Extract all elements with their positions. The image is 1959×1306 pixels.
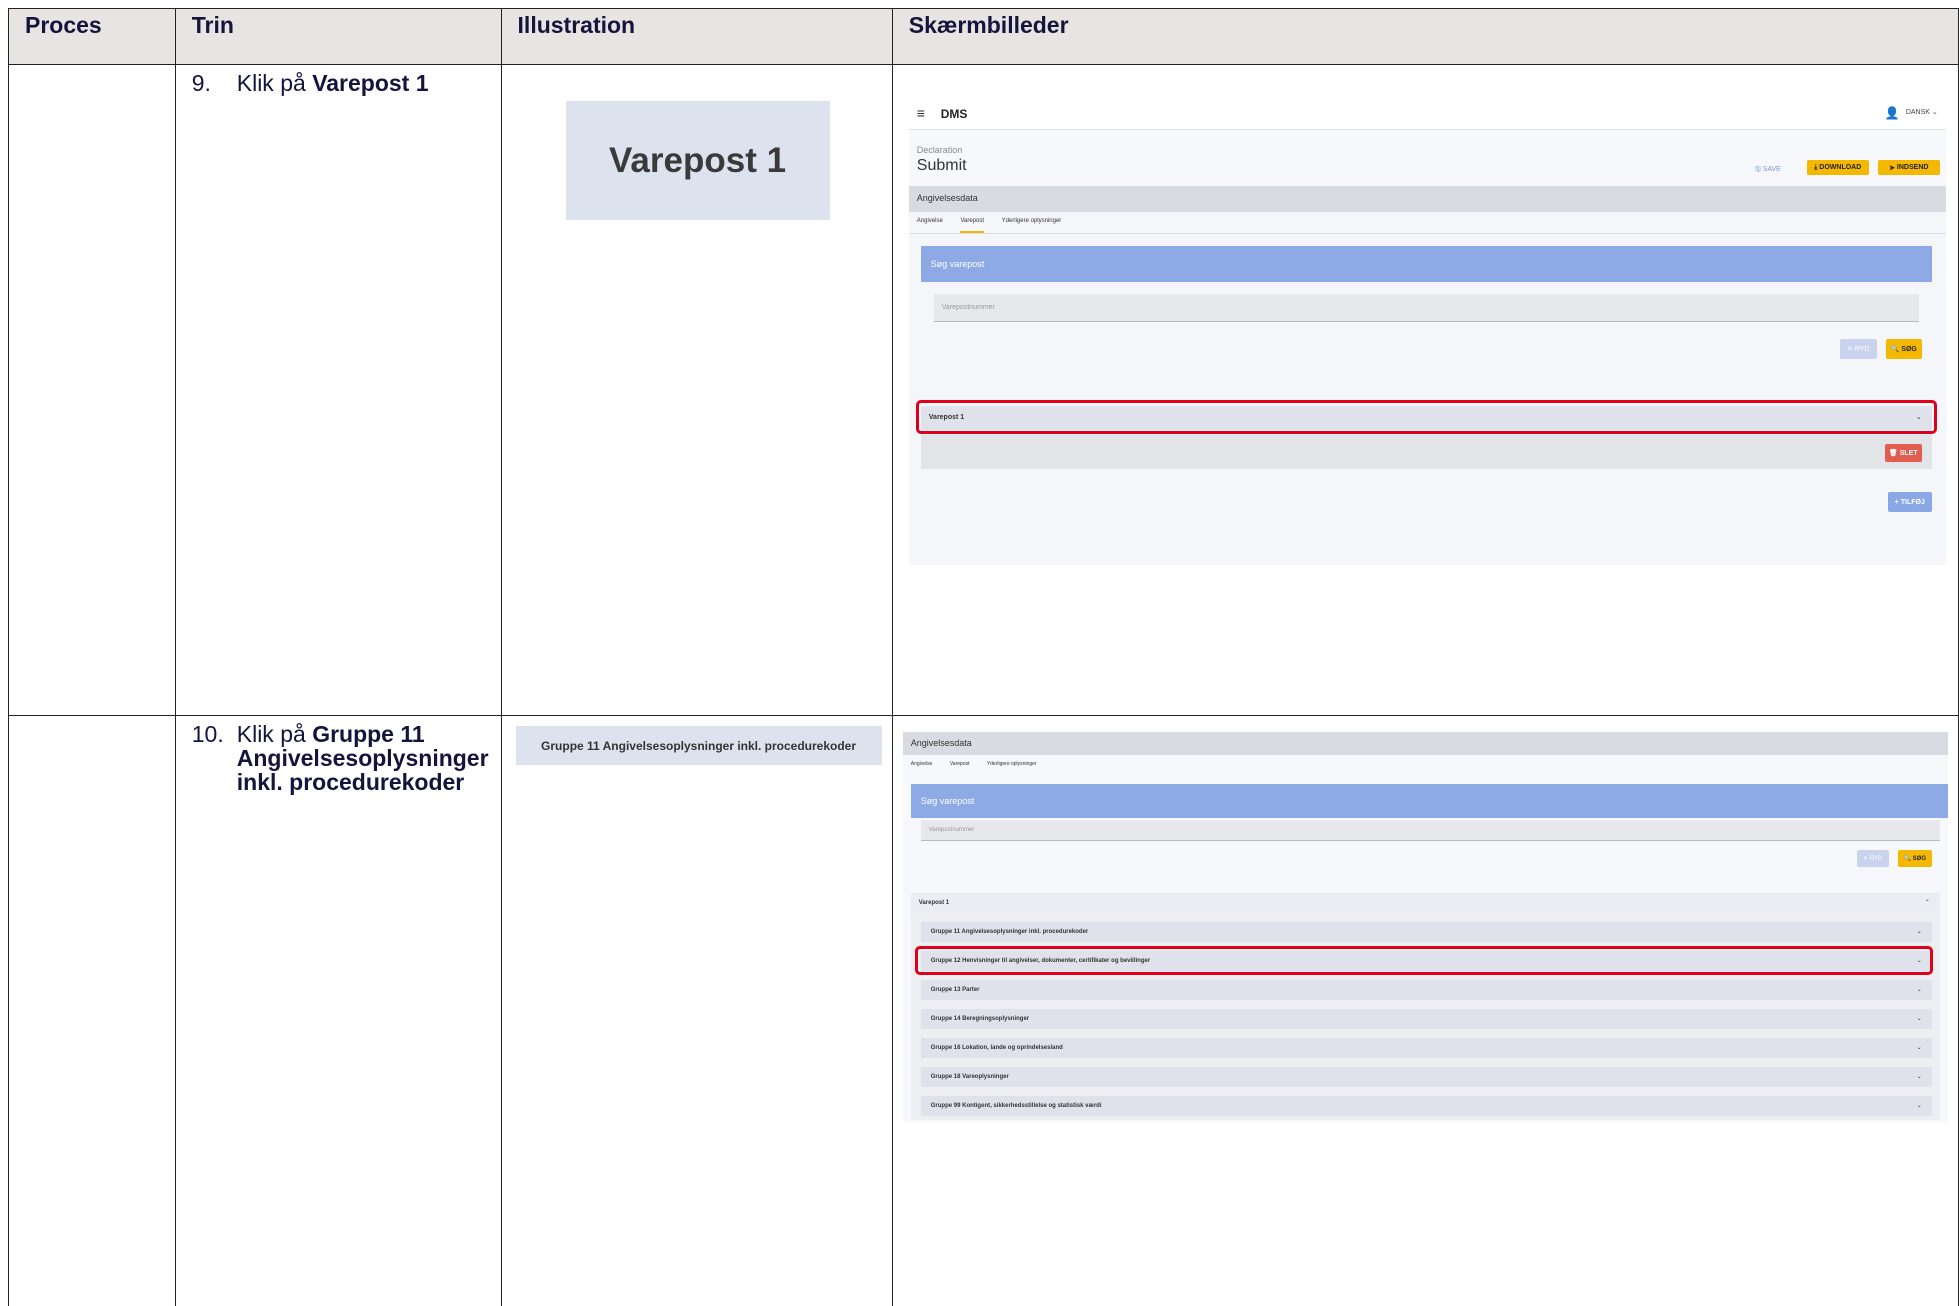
step-prefix: Klik på	[237, 721, 312, 747]
group-accordion[interactable]: Gruppe 99 Kontigent, sikkerhedsstillelse…	[921, 1096, 1932, 1116]
tab-bar: Angivelse Varepost Yderligere oplysninge…	[911, 761, 1053, 767]
submit-button[interactable]: ➤ INDSEND	[1878, 160, 1940, 175]
download-button[interactable]: ⤓ DOWNLOAD	[1807, 160, 1869, 175]
send-icon: ➤	[1889, 164, 1895, 172]
close-icon: ✕	[1863, 855, 1868, 862]
group-accordion[interactable]: Gruppe 16 Lokation, lande og oprindelses…	[921, 1038, 1932, 1058]
table-row: 10. Klik på Gruppe 11 Angivelsesoplysnin…	[9, 716, 1959, 1306]
header-skaermbilleder: Skærmbilleder	[892, 9, 1958, 65]
plus-icon: +	[1895, 499, 1899, 506]
tab-yderligere[interactable]: Yderligere oplysninger	[1002, 218, 1062, 224]
header-trin: Trin	[175, 9, 501, 65]
table-row: 9. Klik på Varepost 1 Varepost 1 ≡ DMS 👤…	[9, 65, 1959, 716]
screenshot-cell: Angivelsesdata Angivelse Varepost Yderli…	[892, 716, 1958, 1306]
trin-cell: 9. Klik på Varepost 1	[175, 65, 501, 716]
menu-icon[interactable]: ≡	[917, 105, 925, 121]
illustration-cell: Gruppe 11 Angivelsesoplysninger inkl. pr…	[501, 716, 892, 1306]
search-header: Søg varepost	[921, 246, 1932, 282]
proces-cell	[9, 65, 176, 716]
chevron-down-icon: ⌄	[1917, 1009, 1922, 1029]
tab-varepost[interactable]: Varepost	[960, 218, 984, 233]
varepost-1-item[interactable]: Varepost 1⌃	[911, 893, 1940, 913]
step-text: 9. Klik på Varepost 1	[176, 65, 501, 95]
language-select[interactable]: DANSK ⌄	[1906, 108, 1938, 116]
group-accordion[interactable]: Gruppe 14 Beregningsoplysninger⌄	[921, 1009, 1932, 1029]
process-table: Proces Trin Illustration Skærmbilleder 9…	[8, 8, 1959, 1306]
search-button[interactable]: 🔍 SØG	[1886, 339, 1922, 359]
tab-yderligere[interactable]: Yderligere oplysninger	[987, 761, 1037, 767]
chevron-up-icon: ⌃	[1925, 893, 1930, 913]
tab-varepost[interactable]: Varepost	[950, 761, 970, 767]
app-bar: ≡ DMS 👤 DANSK ⌄	[909, 99, 1946, 130]
illustration-cell: Varepost 1	[501, 65, 892, 716]
screenshot-varepost-groups: Angivelsesdata Angivelse Varepost Yderli…	[903, 732, 1948, 1122]
screenshot-dms-submit: ≡ DMS 👤 DANSK ⌄ Declaration Submit 🖫 SAV…	[909, 99, 1946, 565]
chevron-down-icon: ⌄	[1917, 1067, 1922, 1087]
step-prefix: Klik på	[237, 70, 312, 96]
trin-cell: 10. Klik på Gruppe 11 Angivelsesoplysnin…	[175, 716, 501, 1306]
clear-button[interactable]: ✕ RYD	[1840, 339, 1877, 359]
tab-angivelse[interactable]: Angivelse	[917, 218, 943, 224]
section-title: Angivelsesdata	[917, 193, 978, 203]
chevron-down-icon: ⌄	[1917, 980, 1922, 1000]
delete-button[interactable]: 🗑 SLET	[1885, 444, 1922, 462]
varepost-search-input[interactable]: Varepostnummer	[934, 294, 1919, 322]
search-button[interactable]: 🔍 SØG	[1898, 850, 1932, 867]
step-number: 10.	[192, 722, 224, 746]
search-icon: 🔍	[1891, 345, 1900, 353]
tab-angivelse[interactable]: Angivelse	[911, 761, 933, 767]
chevron-down-icon: ⌄	[1917, 922, 1922, 942]
tab-bar: Angivelse Varepost Yderligere oplysninge…	[917, 218, 1078, 224]
page-title: Submit	[917, 157, 967, 175]
highlight-box	[915, 946, 1933, 975]
search-icon: 🔍	[1904, 855, 1911, 862]
chevron-down-icon: ⌄	[1917, 1096, 1922, 1116]
group-accordion[interactable]: Gruppe 11 Angivelsesoplysninger inkl. pr…	[921, 922, 1932, 942]
breadcrumb: Declaration	[917, 145, 963, 155]
varepost-actions	[921, 435, 1932, 469]
app-name: DMS	[941, 107, 968, 121]
step-target: Varepost 1	[312, 70, 428, 96]
section-header	[903, 732, 1948, 755]
varepost-search-input[interactable]: Varepostnummer	[921, 820, 1940, 841]
download-icon: ⤓	[1814, 164, 1817, 172]
screenshot-cell: ≡ DMS 👤 DANSK ⌄ Declaration Submit 🖫 SAV…	[892, 65, 1958, 716]
group-accordion[interactable]: Gruppe 13 Parter⌄	[921, 980, 1932, 1000]
header-proces: Proces	[9, 9, 176, 65]
header-illustration: Illustration	[501, 9, 892, 65]
document: Proces Trin Illustration Skærmbilleder 9…	[0, 0, 1959, 1297]
search-header: Søg varepost	[911, 784, 1948, 818]
close-icon: ✕	[1847, 345, 1853, 353]
trash-icon: 🗑	[1889, 449, 1898, 457]
user-icon[interactable]: 👤	[1885, 106, 1900, 120]
save-button[interactable]: 🖫 SAVE	[1755, 165, 1781, 176]
proces-cell	[9, 716, 176, 1306]
step-text: 10. Klik på Gruppe 11 Angivelsesoplysnin…	[176, 716, 501, 794]
clear-button[interactable]: ✕ RYD	[1857, 850, 1889, 867]
group-accordion[interactable]: Gruppe 18 Vareoplysninger⌄	[921, 1067, 1932, 1087]
illustration-varepost: Varepost 1	[566, 101, 830, 220]
highlight-box	[916, 400, 1937, 434]
save-icon: 🖫	[1755, 166, 1761, 173]
section-header	[909, 186, 1946, 212]
chevron-down-icon: ⌄	[1917, 1038, 1922, 1058]
section-title: Angivelsesdata	[911, 738, 972, 748]
illustration-gruppe-11: Gruppe 11 Angivelsesoplysninger inkl. pr…	[516, 726, 882, 765]
step-number: 9.	[192, 71, 211, 95]
add-button[interactable]: + TILFØJ	[1888, 492, 1932, 512]
